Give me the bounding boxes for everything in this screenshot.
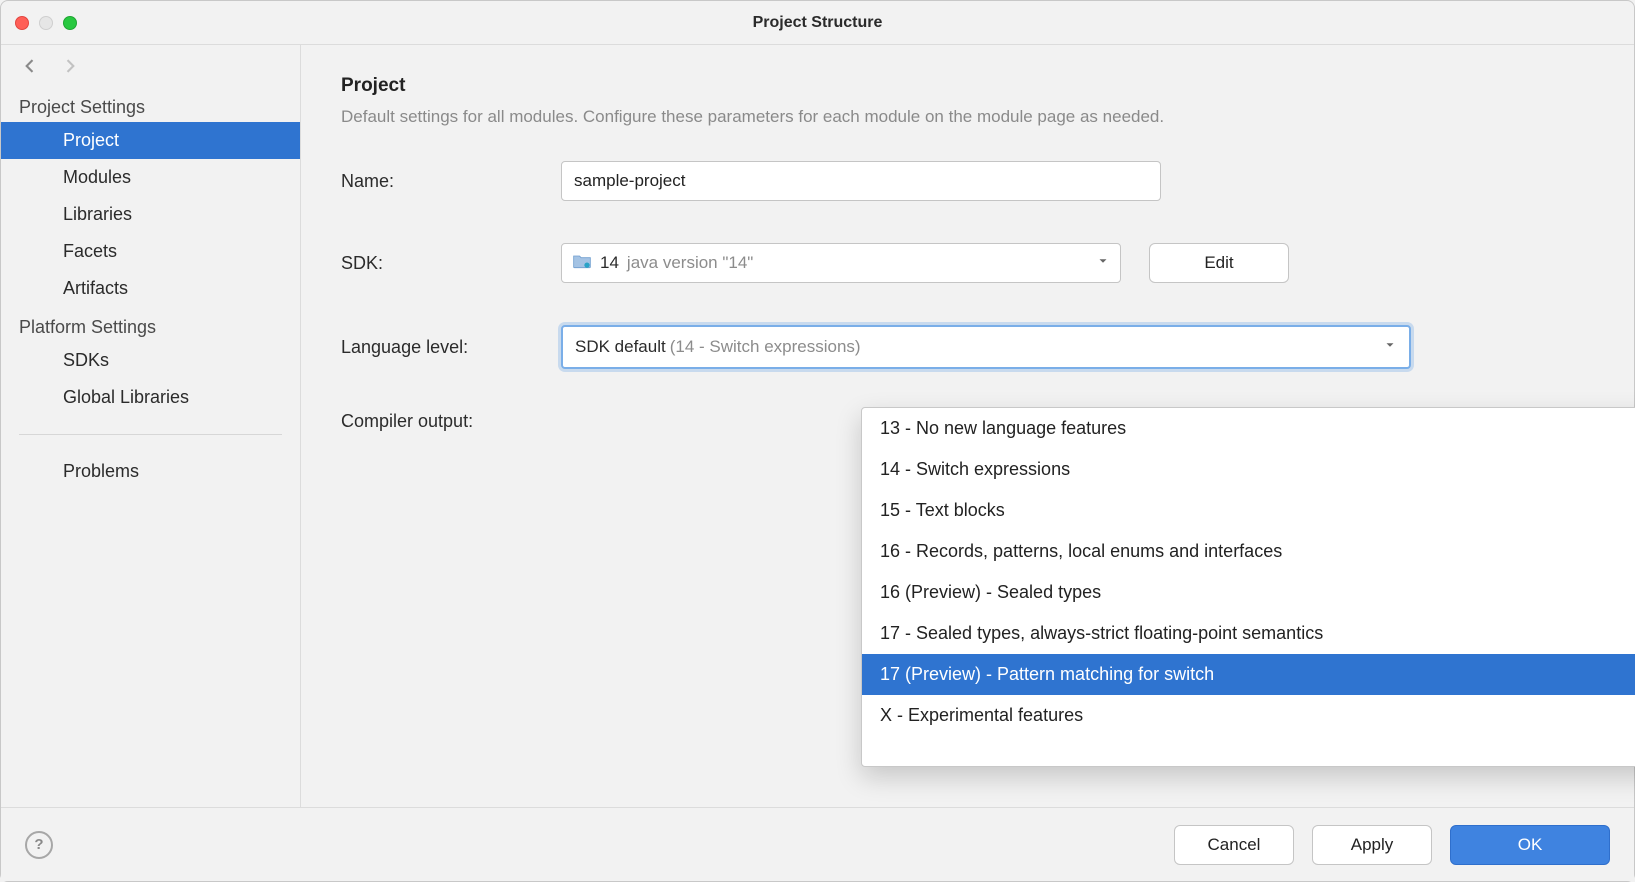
sdk-value: 14 [600, 253, 619, 273]
apply-button[interactable]: Apply [1312, 825, 1432, 865]
chevron-down-icon [1383, 337, 1397, 357]
dropdown-option[interactable]: X - Experimental features [862, 695, 1635, 736]
name-row: Name: [341, 161, 1594, 201]
sdk-version-text: java version "14" [627, 253, 753, 273]
back-arrow-icon[interactable] [19, 55, 41, 77]
language-level-value: SDK default [575, 337, 666, 357]
language-level-row: Language level: SDK default (14 - Switch… [341, 325, 1594, 369]
dropdown-option[interactable]: 16 (Preview) - Sealed types [862, 572, 1635, 613]
dropdown-option[interactable]: 13 - No new language features [862, 408, 1635, 449]
language-level-dropdown: 13 - No new language features 14 - Switc… [861, 407, 1635, 767]
history-nav [1, 45, 300, 87]
project-structure-window: Project Structure Project Settings Proje… [0, 0, 1635, 882]
edit-sdk-button[interactable]: Edit [1149, 243, 1289, 283]
page-title: Project [341, 75, 1594, 97]
sidebar-separator [19, 434, 282, 435]
sidebar-item-facets[interactable]: Facets [1, 233, 300, 270]
dropdown-option[interactable]: 14 - Switch expressions [862, 449, 1635, 490]
sidebar-item-artifacts[interactable]: Artifacts [1, 270, 300, 307]
compiler-output-label: Compiler output: [341, 411, 561, 432]
sidebar-item-project[interactable]: Project [1, 122, 300, 159]
sidebar-group-project-settings: Project Settings [1, 87, 300, 122]
help-button[interactable]: ? [25, 831, 53, 859]
titlebar: Project Structure [1, 1, 1634, 45]
sidebar: Project Settings Project Modules Librari… [1, 45, 301, 807]
cancel-button[interactable]: Cancel [1174, 825, 1294, 865]
language-level-label: Language level: [341, 337, 561, 358]
close-window-button[interactable] [15, 16, 29, 30]
name-label: Name: [341, 171, 561, 192]
sidebar-group-platform-settings: Platform Settings [1, 307, 300, 342]
sdk-select[interactable]: 14 java version "14" [561, 243, 1121, 283]
language-level-select[interactable]: SDK default (14 - Switch expressions) [561, 325, 1411, 369]
sidebar-item-libraries[interactable]: Libraries [1, 196, 300, 233]
dropdown-option[interactable]: 15 - Text blocks [862, 490, 1635, 531]
dropdown-option[interactable]: 17 - Sealed types, always-strict floatin… [862, 613, 1635, 654]
project-name-input[interactable] [561, 161, 1161, 201]
chevron-down-icon [1096, 253, 1110, 273]
sdk-row: SDK: 14 java version "14" Edit [341, 243, 1594, 283]
sidebar-item-sdks[interactable]: SDKs [1, 342, 300, 379]
window-controls [15, 16, 77, 30]
sidebar-item-global-libraries[interactable]: Global Libraries [1, 379, 300, 416]
dropdown-option[interactable]: 16 - Records, patterns, local enums and … [862, 531, 1635, 572]
main-panel: Project Default settings for all modules… [301, 45, 1634, 807]
sidebar-item-modules[interactable]: Modules [1, 159, 300, 196]
sdk-label: SDK: [341, 253, 561, 274]
minimize-window-button[interactable] [39, 16, 53, 30]
maximize-window-button[interactable] [63, 16, 77, 30]
ok-button[interactable]: OK [1450, 825, 1610, 865]
dialog-body: Project Settings Project Modules Librari… [1, 45, 1634, 807]
page-description: Default settings for all modules. Config… [341, 107, 1594, 127]
folder-icon [572, 252, 592, 275]
dialog-footer: ? Cancel Apply OK [1, 807, 1634, 881]
language-level-hint: (14 - Switch expressions) [670, 337, 861, 357]
window-title: Project Structure [1, 14, 1634, 32]
dropdown-option-highlighted[interactable]: 17 (Preview) - Pattern matching for swit… [862, 654, 1635, 695]
sidebar-item-problems[interactable]: Problems [1, 453, 300, 490]
forward-arrow-icon [59, 55, 81, 77]
